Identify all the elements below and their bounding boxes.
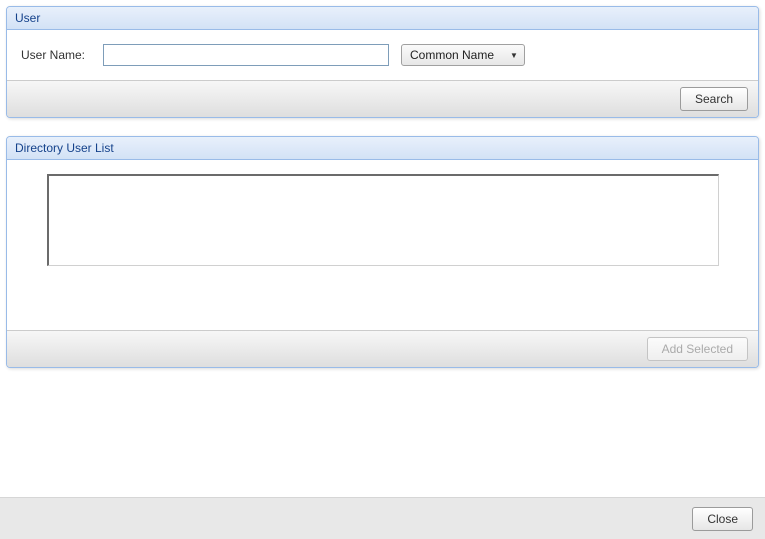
directory-list-body xyxy=(7,160,758,330)
username-input[interactable] xyxy=(103,44,389,66)
user-panel: User User Name: Common Name ▼ Search xyxy=(6,6,759,118)
directory-list-title: Directory User List xyxy=(7,137,758,160)
list-spacer xyxy=(21,266,744,316)
username-label: User Name: xyxy=(21,48,97,62)
directory-user-listbox[interactable] xyxy=(47,174,719,266)
add-selected-button[interactable]: Add Selected xyxy=(647,337,748,361)
username-row: User Name: Common Name ▼ xyxy=(21,44,744,66)
user-panel-body: User Name: Common Name ▼ xyxy=(7,30,758,80)
directory-list-footer: Add Selected xyxy=(7,330,758,367)
search-type-dropdown[interactable]: Common Name ▼ xyxy=(401,44,525,66)
directory-list-panel: Directory User List Add Selected xyxy=(6,136,759,368)
search-type-dropdown-label: Common Name xyxy=(410,48,494,62)
search-button[interactable]: Search xyxy=(680,87,748,111)
chevron-down-icon: ▼ xyxy=(510,51,518,60)
user-panel-title: User xyxy=(7,7,758,30)
close-button[interactable]: Close xyxy=(692,507,753,531)
user-panel-footer: Search xyxy=(7,80,758,117)
